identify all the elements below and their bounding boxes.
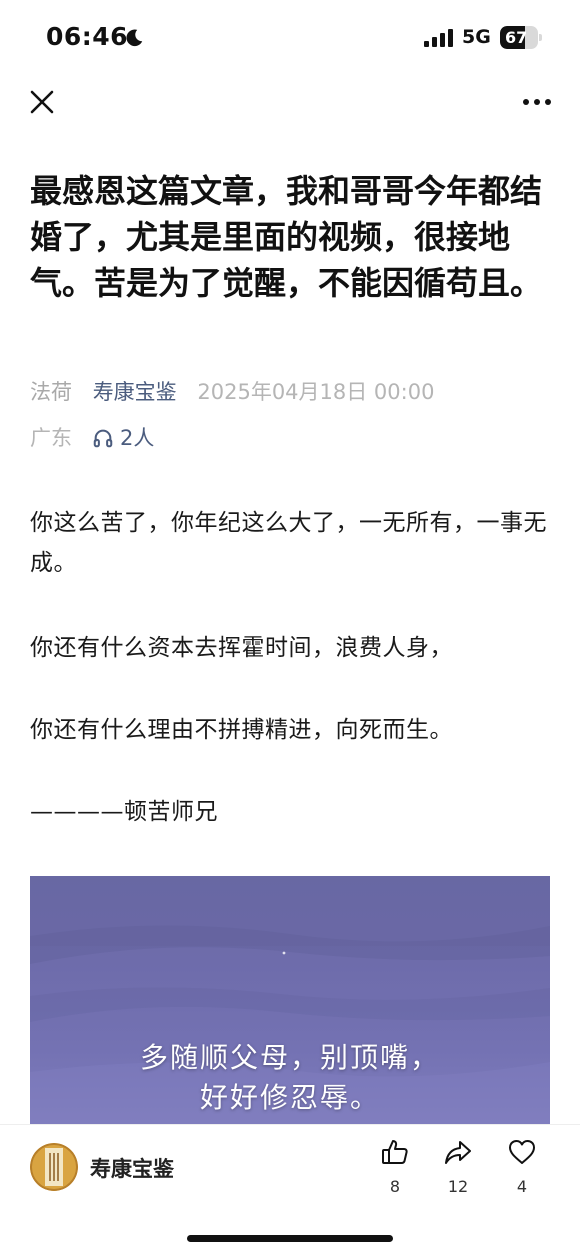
- location-label: 广东: [30, 426, 72, 450]
- article-paragraph: 你还有什么资本去挥霍时间，浪费人身，: [30, 635, 453, 661]
- favorite-button[interactable]: 4: [497, 1137, 547, 1196]
- video-caption-line: 好好修忍辱。: [199, 1081, 380, 1114]
- author-link[interactable]: 寿康宝鉴: [93, 380, 177, 404]
- share-count: 12: [447, 1177, 469, 1196]
- article-meta: 法荷 寿康宝鉴 2025年04月18日 00:00: [30, 376, 448, 408]
- close-icon[interactable]: [28, 88, 56, 116]
- avatar-image: [30, 1143, 78, 1191]
- video-caption-line: 多随顺父母，别顶嘴，: [139, 1041, 440, 1074]
- article-paragraph: 你这么苦了，你年纪这么大了，一无所有，一事无成。: [30, 510, 547, 576]
- home-indicator[interactable]: [187, 1235, 393, 1242]
- article-paragraph: 你还有什么理由不拼搏精进，向死而生。: [30, 717, 453, 743]
- network-label: 5G: [462, 26, 491, 48]
- share-icon: [445, 1141, 471, 1164]
- like-button[interactable]: 8: [370, 1137, 420, 1196]
- thumbs-up-icon: [382, 1140, 408, 1164]
- share-button[interactable]: 12: [433, 1137, 483, 1196]
- listener-count: 2人: [120, 426, 155, 450]
- status-bar: 06:46 5G 67: [0, 0, 580, 78]
- more-icon[interactable]: [520, 92, 554, 112]
- moon-icon: [126, 29, 143, 47]
- article-signature: ————顿苦师兄: [30, 799, 218, 825]
- article-meta-secondary: 广东 2人: [30, 422, 154, 454]
- heart-icon: [509, 1140, 535, 1164]
- headphone-icon: [93, 429, 113, 448]
- article-title: 最感恩这篇文章，我和哥哥今年都结婚了，尤其是里面的视频，很接地气。苦是为了觉醒，…: [30, 172, 543, 302]
- battery-icon: 67: [500, 26, 542, 49]
- status-time: 06:46: [46, 22, 129, 51]
- article-category: 法荷: [30, 380, 72, 404]
- favorite-count: 4: [516, 1177, 528, 1196]
- publish-date: 2025年04月18日 00:00: [197, 380, 435, 404]
- battery-level: 67: [505, 28, 528, 47]
- channel-avatar[interactable]: [30, 1143, 78, 1191]
- like-count: 8: [389, 1177, 401, 1196]
- article-screen: 06:46 5G 67 最感恩这篇文章，我和哥哥今年都结婚了，尤其是里面的视频，…: [0, 0, 580, 1255]
- bottom-action-bar: 寿康宝鉴 8 12 4: [0, 1124, 580, 1255]
- channel-name[interactable]: 寿康宝鉴: [90, 1153, 174, 1183]
- signal-icon: [424, 29, 453, 47]
- video-player[interactable]: 多随顺父母，别顶嘴， 好好修忍辱。: [30, 876, 550, 1124]
- video-caption: 多随顺父母，别顶嘴， 好好修忍辱。: [30, 1038, 550, 1118]
